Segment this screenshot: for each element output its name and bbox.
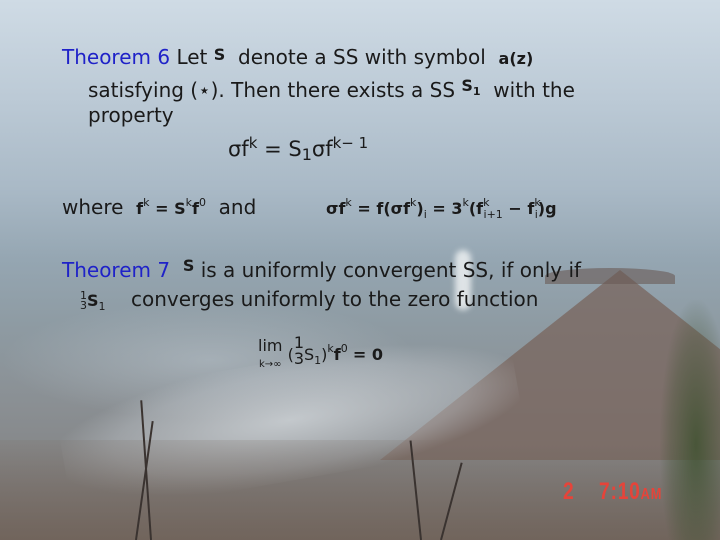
- subscript: i: [423, 208, 427, 221]
- superscript: k− 1: [332, 134, 369, 152]
- camera-timestamp: 2 7:10AM: [563, 478, 662, 506]
- minus: −: [508, 199, 522, 218]
- equals-zero: = 0: [352, 345, 383, 364]
- theorem6-label: Theorem 6: [62, 45, 171, 69]
- text: = f(σf: [357, 199, 411, 218]
- eq-lhs: σf: [228, 137, 249, 161]
- theorem7-line2: 1 3S1 converges uniformly to the zero fun…: [80, 288, 538, 318]
- symbol: S: [288, 137, 302, 161]
- equals: =: [264, 137, 282, 161]
- where-label: where: [62, 195, 124, 219]
- math-symbol-az: a(z): [498, 49, 534, 68]
- denominator: 3: [293, 348, 305, 368]
- frame-number: 2: [563, 478, 575, 505]
- where-line: where fk = Skf0 and: [62, 192, 256, 220]
- text: )g: [537, 199, 557, 218]
- and-label: and: [218, 195, 257, 219]
- text: with the: [493, 78, 575, 102]
- text: converges uniformly to the zero function: [130, 287, 539, 311]
- math-symbol-s: S: [182, 256, 195, 275]
- symbol: S: [304, 345, 315, 364]
- lim: lim: [258, 336, 283, 355]
- foliage: [660, 300, 720, 540]
- theorem6-line1: Theorem 6 Let S denote a SS with symbol …: [62, 44, 533, 70]
- subscript: 1: [472, 85, 481, 98]
- symbol: S: [174, 199, 186, 218]
- text: denote a SS with symbol: [238, 45, 486, 69]
- text: satisfying (⋆). Then there exists a SS: [88, 78, 456, 102]
- text: is a uniformly convergent SS, if only if: [200, 258, 582, 282]
- math-symbol-s: S: [213, 45, 226, 64]
- superscript: k: [143, 196, 150, 209]
- fraction-one-third: 13: [80, 290, 87, 312]
- lim-subscript: k→∞: [258, 359, 282, 370]
- limit-equation: lim k→∞ (1 3S1)kf0 = 0: [258, 334, 383, 373]
- theorem7-label: Theorem 7: [62, 258, 171, 282]
- text: (f: [468, 199, 484, 218]
- equals: =: [155, 199, 169, 218]
- theorem6-equation: σfk = S1σfk− 1: [228, 132, 368, 166]
- text: Let: [176, 45, 208, 69]
- symbol: σf: [326, 199, 346, 218]
- superscript: 0: [340, 342, 348, 355]
- eq-rhs: σf: [311, 137, 333, 161]
- symbol: f: [333, 345, 341, 364]
- text: = 3: [432, 199, 463, 218]
- subscript: 1: [301, 145, 312, 164]
- ampm-text: AM: [640, 486, 663, 503]
- theorem6-line2: satisfying (⋆). Then there exists a SS S…: [88, 75, 575, 103]
- subscript: i+1: [483, 208, 503, 221]
- fraction-one-third: 13: [293, 334, 305, 368]
- lim-operator: lim k→∞: [258, 338, 282, 373]
- difference-equation: σfk = f(σfk)i = 3k(fki+1 − fki)g: [326, 192, 557, 226]
- symbol: S: [461, 76, 473, 95]
- text: ): [416, 199, 424, 218]
- superscript: k: [345, 196, 352, 209]
- symbol: f: [191, 199, 199, 218]
- where-equation: fk = Skf0: [136, 196, 206, 218]
- theorem6-line3: property: [88, 103, 174, 127]
- theorem7-line1: Theorem 7 S is a uniformly convergent SS…: [62, 255, 581, 281]
- superscript: k: [248, 134, 258, 152]
- time-text: 7:10: [599, 478, 641, 505]
- math-symbol-s1: S1: [461, 76, 481, 98]
- subscript: 1: [98, 300, 106, 313]
- superscript: 0: [198, 196, 206, 209]
- denominator: 3: [80, 298, 87, 312]
- symbol: S: [87, 291, 99, 310]
